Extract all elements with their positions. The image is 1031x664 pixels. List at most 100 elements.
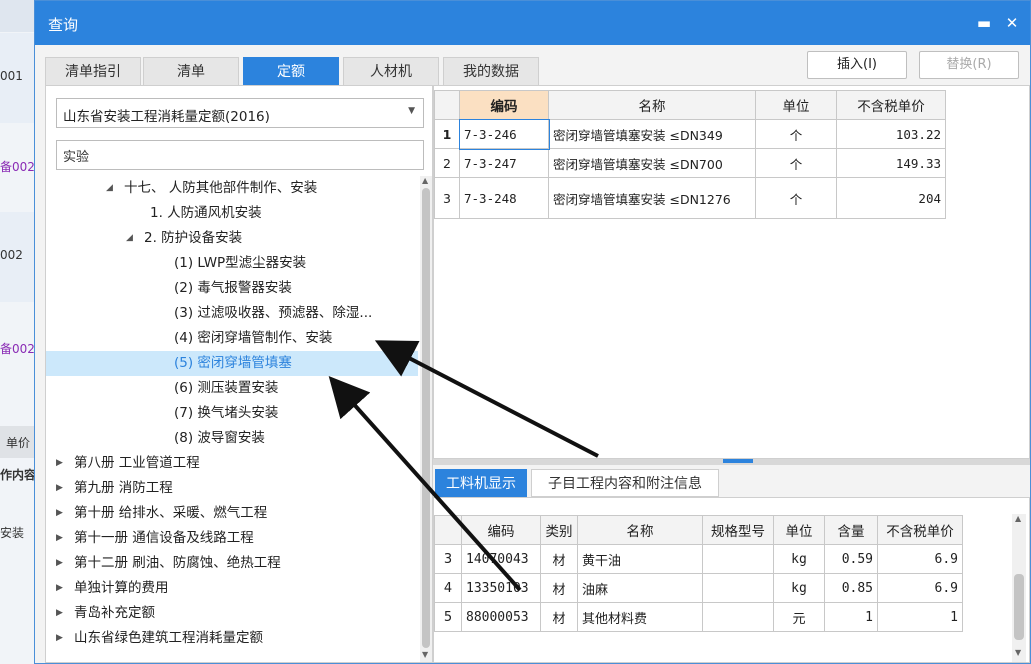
name-cell[interactable]: 密闭穿墙管填塞安装 ≤DN349 (548, 119, 756, 149)
type-cell[interactable]: 材 (540, 544, 578, 574)
tab-my-data[interactable]: 我的数据 (443, 57, 539, 85)
price-cell[interactable]: 1 (877, 602, 963, 632)
tab-work-content[interactable]: 子目工程内容和附注信息 (531, 469, 719, 497)
expand-arrow-icon[interactable]: ▶ (56, 626, 63, 651)
spec-cell[interactable] (702, 602, 774, 632)
col-price[interactable]: 不含税单价 (877, 515, 963, 545)
col-price[interactable]: 不含税单价 (836, 90, 946, 120)
insert-button[interactable]: 插入(I) (807, 51, 907, 79)
search-input[interactable] (56, 140, 424, 170)
price-cell[interactable]: 6.9 (877, 573, 963, 603)
scroll-down-icon[interactable]: ▼ (1015, 648, 1021, 657)
tree-item[interactable]: ▶ 山东省绿色建筑工程消耗量定额 (46, 626, 418, 651)
table-row[interactable]: 5 88000053 材其他材料费元 1 1 (434, 602, 963, 632)
tree-item[interactable]: ▶ 单独计算的费用 (46, 576, 418, 601)
scroll-up-icon[interactable]: ▲ (1015, 514, 1021, 523)
spec-cell[interactable] (702, 573, 774, 603)
unit-cell[interactable]: kg (773, 544, 825, 574)
unit-cell[interactable]: 个 (755, 177, 837, 219)
name-cell[interactable]: 密闭穿墙管填塞安装 ≤DN1276 (548, 177, 756, 219)
price-cell[interactable]: 204 (836, 177, 946, 219)
qty-cell[interactable]: 1 (824, 602, 878, 632)
code-cell[interactable]: 7-3-247 (459, 148, 549, 178)
table-row[interactable]: 3 7-3-248 密闭穿墙管填塞安装 ≤DN1276 个 204 (434, 177, 946, 219)
replace-button[interactable]: 替换(R) (919, 51, 1019, 79)
price-cell[interactable]: 6.9 (877, 544, 963, 574)
minimize-icon[interactable]: ▬ (971, 11, 997, 35)
chevron-down-icon[interactable]: ▼ (408, 106, 415, 116)
unit-cell[interactable]: kg (773, 573, 825, 603)
type-cell[interactable]: 材 (540, 573, 578, 603)
code-cell[interactable]: 7-3-248 (459, 177, 549, 219)
code-cell[interactable]: 7-3-246 (458, 118, 550, 150)
close-icon[interactable]: ✕ (999, 11, 1025, 35)
table-row[interactable]: 2 7-3-247 密闭穿墙管填塞安装 ≤DN700 个 149.33 (434, 148, 946, 178)
collapse-arrow-icon[interactable]: ◢ (126, 226, 133, 251)
name-cell[interactable]: 其他材料费 (577, 602, 703, 632)
material-scrollbar[interactable]: ▲ ▼ (1012, 514, 1026, 662)
col-unit[interactable]: 单位 (773, 515, 825, 545)
unit-cell[interactable]: 个 (755, 119, 837, 149)
tree-item[interactable]: ▶ 第十一册 通信设备及线路工程 (46, 526, 418, 551)
tree-item[interactable]: ▶ 第八册 工业管道工程 (46, 451, 418, 476)
table-row[interactable]: 1 7-3-246 密闭穿墙管填塞安装 ≤DN349 个 103.22 (434, 118, 946, 150)
price-cell[interactable]: 149.33 (836, 148, 946, 178)
title-bar[interactable]: 查询 ▬ ✕ (35, 1, 1030, 45)
tree-item[interactable]: 1. 人防通风机安装 (46, 201, 418, 226)
table-row[interactable]: 4 13350103 材油麻 kg 0.85 6.9 (434, 573, 963, 603)
name-cell[interactable]: 油麻 (577, 573, 703, 603)
tree-item[interactable]: ◢ 2. 防护设备安装 (46, 226, 418, 251)
unit-cell[interactable]: 元 (773, 602, 825, 632)
tree-item[interactable]: ▶ 第十册 给排水、采暖、燃气工程 (46, 501, 418, 526)
tree-item[interactable]: (2) 毒气报警器安装 (46, 276, 418, 301)
scroll-down-icon[interactable]: ▼ (422, 650, 428, 659)
tree-item[interactable]: (8) 波导窗安装 (46, 426, 418, 451)
tree-item[interactable]: (3) 过滤吸收器、预滤器、除湿... (46, 301, 418, 326)
qty-cell[interactable]: 0.85 (824, 573, 878, 603)
col-name[interactable]: 名称 (548, 90, 756, 120)
scroll-up-icon[interactable]: ▲ (422, 176, 428, 185)
tree-item[interactable]: ▶ 青岛补充定额 (46, 601, 418, 626)
expand-arrow-icon[interactable]: ▶ (56, 601, 63, 626)
code-cell[interactable]: 14070043 (461, 544, 541, 574)
tab-bill[interactable]: 清单 (143, 57, 239, 85)
unit-cell[interactable]: 个 (755, 148, 837, 178)
expand-arrow-icon[interactable]: ▶ (56, 501, 63, 526)
col-spec[interactable]: 规格型号 (702, 515, 774, 545)
spec-cell[interactable] (702, 544, 774, 574)
expand-arrow-icon[interactable]: ▶ (56, 451, 63, 476)
col-qty[interactable]: 含量 (824, 515, 878, 545)
tab-bill-guide[interactable]: 清单指引 (45, 57, 141, 85)
col-unit[interactable]: 单位 (755, 90, 837, 120)
tree-item[interactable]: ◢ 十七、 人防其他部件制作、安装 (46, 176, 418, 201)
code-cell[interactable]: 13350103 (461, 573, 541, 603)
scrollbar-thumb[interactable] (422, 188, 430, 648)
tree-item[interactable]: (1) LWP型滤尘器安装 (46, 251, 418, 276)
tree-scrollbar[interactable]: ▲ ▼ (420, 176, 432, 662)
tab-material-display[interactable]: 工料机显示 (435, 469, 527, 497)
expand-arrow-icon[interactable]: ▶ (56, 476, 63, 501)
name-cell[interactable]: 黄干油 (577, 544, 703, 574)
tree-item[interactable]: ▶ 第十二册 刷油、防腐蚀、绝热工程 (46, 551, 418, 576)
name-cell[interactable]: 密闭穿墙管填塞安装 ≤DN700 (548, 148, 756, 178)
collapse-arrow-icon[interactable]: ◢ (106, 176, 113, 201)
tree-item[interactable]: ▶ 第九册 消防工程 (46, 476, 418, 501)
tree-item[interactable]: (4) 密闭穿墙管制作、安装 (46, 326, 418, 351)
col-code[interactable]: 编码 (459, 90, 549, 120)
scrollbar-thumb[interactable] (1014, 574, 1024, 640)
tab-quota[interactable]: 定额 (243, 57, 339, 85)
table-row[interactable]: 3 14070043 材黄干油 kg 0.59 6.9 (434, 544, 963, 574)
tab-labor-material[interactable]: 人材机 (343, 57, 439, 85)
price-cell[interactable]: 103.22 (836, 119, 946, 149)
tree-item[interactable]: (7) 换气堵头安装 (46, 401, 418, 426)
expand-arrow-icon[interactable]: ▶ (56, 526, 63, 551)
expand-arrow-icon[interactable]: ▶ (56, 551, 63, 576)
expand-arrow-icon[interactable]: ▶ (56, 576, 63, 601)
col-name[interactable]: 名称 (577, 515, 703, 545)
col-code[interactable]: 编码 (461, 515, 541, 545)
code-cell[interactable]: 88000053 (461, 602, 541, 632)
library-select[interactable]: 山东省安装工程消耗量定额(2016) ▼ (56, 98, 424, 128)
splitter-handle[interactable] (723, 459, 753, 463)
tree-item[interactable]: (5) 密闭穿墙管填塞 (46, 351, 418, 376)
qty-cell[interactable]: 0.59 (824, 544, 878, 574)
